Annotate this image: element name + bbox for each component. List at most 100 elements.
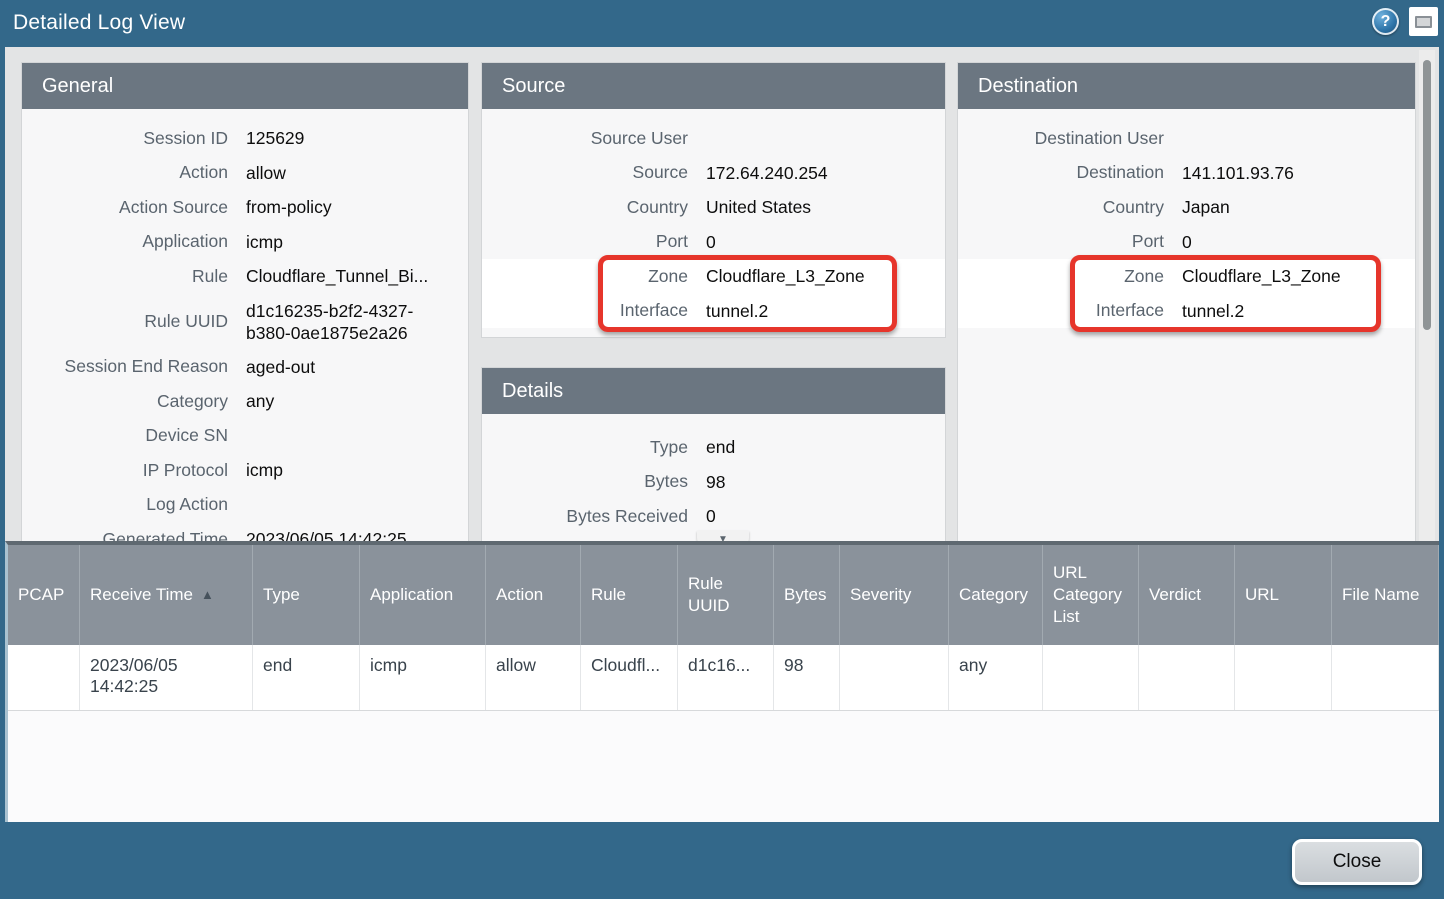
field-value: 0 bbox=[706, 505, 945, 527]
field-label: Source bbox=[482, 162, 688, 183]
column-header-bytes[interactable]: Bytes bbox=[774, 545, 840, 645]
cell-action: allow bbox=[486, 645, 581, 710]
field-label: Bytes bbox=[482, 471, 688, 492]
cell-verdict bbox=[1139, 645, 1235, 710]
column-header-application[interactable]: Application bbox=[360, 545, 486, 645]
general-row-rule: Rule Cloudflare_Tunnel_Bi... bbox=[22, 259, 468, 294]
field-label: Rule UUID bbox=[22, 311, 228, 332]
general-row-log-action: Log Action bbox=[22, 488, 468, 523]
field-label: IP Protocol bbox=[22, 460, 228, 481]
cell-pcap bbox=[8, 645, 80, 710]
cell-severity bbox=[840, 645, 949, 710]
help-icon[interactable]: ? bbox=[1372, 8, 1399, 35]
field-value: Cloudflare_L3_Zone bbox=[706, 265, 945, 287]
source-row-port: Port 0 bbox=[482, 225, 945, 260]
scrollbar-thumb[interactable] bbox=[1423, 60, 1431, 330]
field-value: 0 bbox=[1182, 231, 1415, 253]
field-value: end bbox=[706, 436, 945, 458]
source-row-source-user: Source User bbox=[482, 121, 945, 156]
destination-row-destination: Destination 141.101.93.76 bbox=[958, 156, 1415, 191]
field-value: icmp bbox=[246, 459, 468, 481]
field-value: icmp bbox=[246, 231, 468, 253]
cell-category: any bbox=[949, 645, 1043, 710]
title-bar: Detailed Log View ? bbox=[0, 0, 1444, 47]
general-row-session-id: Session ID 125629 bbox=[22, 121, 468, 156]
field-label: Port bbox=[958, 231, 1164, 252]
column-header-rule-uuid[interactable]: Rule UUID bbox=[678, 545, 774, 645]
log-table: PCAP Receive Time ▲ Type Application Act… bbox=[5, 541, 1439, 822]
destination-row-zone: Zone Cloudflare_L3_Zone bbox=[958, 259, 1415, 294]
field-label: Application bbox=[22, 231, 228, 252]
source-row-zone: Zone Cloudflare_L3_Zone bbox=[482, 259, 945, 294]
column-header-category[interactable]: Category bbox=[949, 545, 1043, 645]
general-panel: General Session ID 125629 Action allow A… bbox=[22, 63, 468, 541]
column-header-rule[interactable]: Rule bbox=[581, 545, 678, 645]
destination-panel: Destination Destination User Destination… bbox=[958, 63, 1415, 541]
column-header-type[interactable]: Type bbox=[253, 545, 360, 645]
vertical-scrollbar[interactable] bbox=[1419, 50, 1435, 541]
cell-url-category-list bbox=[1043, 645, 1139, 710]
cell-url bbox=[1235, 645, 1332, 710]
field-label: Device SN bbox=[22, 425, 228, 446]
column-header-url[interactable]: URL bbox=[1235, 545, 1332, 645]
destination-row-country: Country Japan bbox=[958, 190, 1415, 225]
column-header-pcap[interactable]: PCAP bbox=[8, 545, 80, 645]
field-value: 125629 bbox=[246, 127, 468, 149]
field-label: Log Action bbox=[22, 494, 228, 515]
general-row-session-end-reason: Session End Reason aged-out bbox=[22, 350, 468, 385]
source-panel-title: Source bbox=[482, 63, 945, 109]
destination-panel-title: Destination bbox=[958, 63, 1415, 109]
field-value: United States bbox=[706, 196, 945, 218]
field-value: allow bbox=[246, 162, 468, 184]
field-label: Category bbox=[22, 391, 228, 412]
general-row-category: Category any bbox=[22, 384, 468, 419]
destination-row-interface: Interface tunnel.2 bbox=[958, 294, 1415, 329]
source-panel: Source Source User Source 172.64.240.254… bbox=[482, 63, 945, 337]
field-value: aged-out bbox=[246, 356, 468, 378]
close-button[interactable]: Close bbox=[1292, 839, 1422, 885]
field-value: d1c16235-b2f2-4327-b380-0ae1875e2a26 bbox=[246, 300, 468, 344]
column-header-severity[interactable]: Severity bbox=[840, 545, 949, 645]
general-row-device-sn: Device SN bbox=[22, 419, 468, 454]
column-header-action[interactable]: Action bbox=[486, 545, 581, 645]
log-table-row[interactable]: 2023/06/05 14:42:25 end icmp allow Cloud… bbox=[8, 645, 1439, 711]
field-label: Action Source bbox=[22, 197, 228, 218]
field-label: Interface bbox=[958, 300, 1164, 321]
field-value: 2023/06/05 14:42:25 bbox=[246, 528, 468, 541]
field-value: tunnel.2 bbox=[1182, 300, 1415, 322]
log-table-header: PCAP Receive Time ▲ Type Application Act… bbox=[8, 545, 1439, 645]
field-value: 0 bbox=[706, 231, 945, 253]
field-label: Country bbox=[958, 197, 1164, 218]
field-label: Interface bbox=[482, 300, 688, 321]
field-value: 172.64.240.254 bbox=[706, 162, 945, 184]
column-header-file-name[interactable]: File Name bbox=[1332, 545, 1439, 645]
sort-ascending-icon: ▲ bbox=[201, 584, 214, 606]
field-label: Generated Time bbox=[22, 529, 228, 541]
column-header-receive-time[interactable]: Receive Time ▲ bbox=[80, 545, 253, 645]
details-row-bytes-received: Bytes Received 0 bbox=[482, 499, 945, 534]
field-label: Zone bbox=[958, 266, 1164, 287]
cell-type: end bbox=[253, 645, 360, 710]
field-label: Session End Reason bbox=[22, 356, 228, 377]
general-row-rule-uuid: Rule UUID d1c16235-b2f2-4327-b380-0ae187… bbox=[22, 294, 468, 350]
cell-rule-uuid: d1c16... bbox=[678, 645, 774, 710]
field-label: Port bbox=[482, 231, 688, 252]
column-header-url-category-list[interactable]: URL Category List bbox=[1043, 545, 1139, 645]
general-row-ip-protocol: IP Protocol icmp bbox=[22, 453, 468, 488]
general-row-application: Application icmp bbox=[22, 225, 468, 260]
field-label: Country bbox=[482, 197, 688, 218]
cell-application: icmp bbox=[360, 645, 486, 710]
cell-file-name bbox=[1332, 645, 1439, 710]
field-value: any bbox=[246, 390, 468, 412]
window-icon-glyph bbox=[1415, 16, 1432, 28]
field-label: Session ID bbox=[22, 128, 228, 149]
source-row-source: Source 172.64.240.254 bbox=[482, 156, 945, 191]
field-value: Cloudflare_L3_Zone bbox=[1182, 265, 1415, 287]
general-row-generated-time: Generated Time 2023/06/05 14:42:25 bbox=[22, 522, 468, 541]
window-icon[interactable] bbox=[1409, 7, 1438, 36]
general-row-action: Action allow bbox=[22, 156, 468, 191]
column-header-verdict[interactable]: Verdict bbox=[1139, 545, 1235, 645]
field-value: tunnel.2 bbox=[706, 300, 945, 322]
field-label: Destination bbox=[958, 162, 1164, 183]
cell-bytes: 98 bbox=[774, 645, 840, 710]
